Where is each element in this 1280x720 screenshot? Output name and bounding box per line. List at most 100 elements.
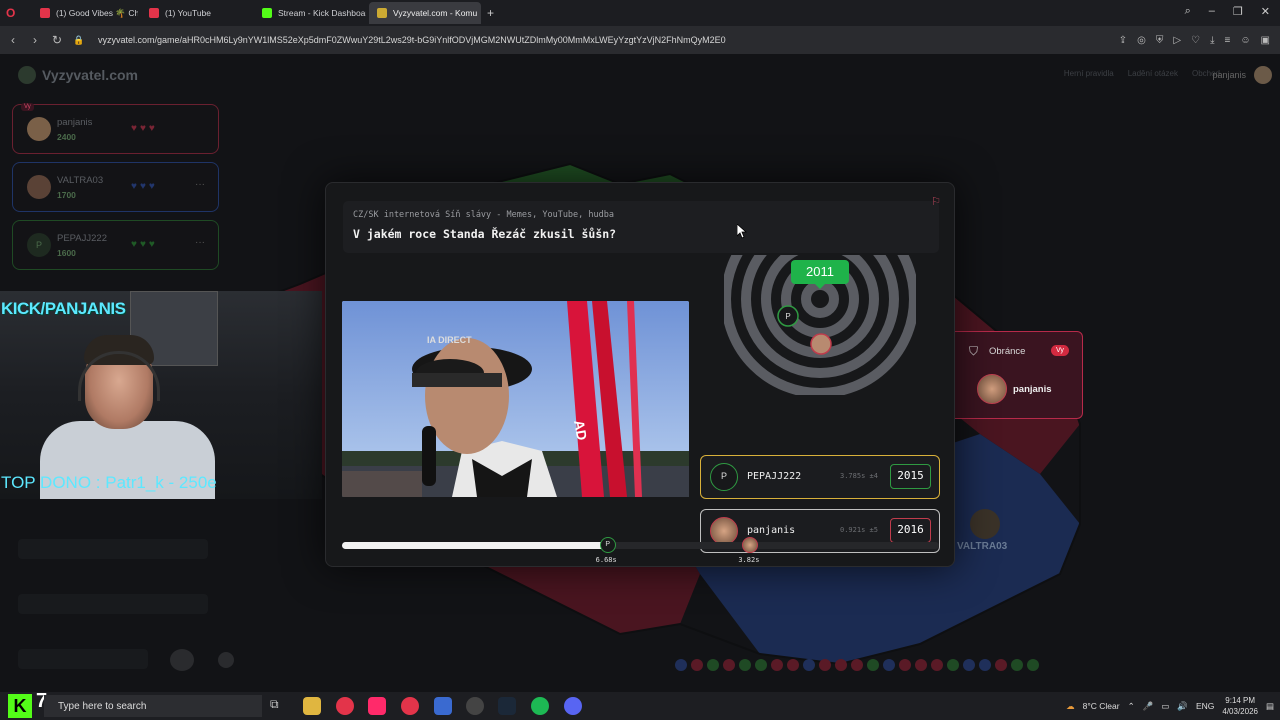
question-video[interactable]: IA DIRECT AD [342, 301, 689, 497]
vyzyvatel-icon [377, 8, 387, 18]
dimmed-row [18, 649, 148, 669]
game-page: Vyzyvatel.com Herní pravidla Ladění otáz… [0, 54, 1280, 692]
round-dot [771, 659, 783, 671]
player-score: 1600 [57, 248, 76, 258]
search-placeholder: Type here to search [58, 700, 147, 712]
answer-timeline: P 6.68s 3.82s [342, 537, 939, 564]
url-field[interactable]: vyzyvatel.com/game/aHR0cHM6Ly9nYW1lMS52e… [98, 35, 726, 45]
reload-icon[interactable]: ↻ [46, 33, 68, 47]
clock[interactable]: 9:14 PM 4/03/2026 [1222, 695, 1258, 717]
avatar [970, 509, 1000, 539]
opera-icon[interactable] [336, 697, 354, 715]
answer-card-pepajj222: P PEPAJJ222 3.785s ±4 2015 [700, 455, 940, 499]
app-icon[interactable] [434, 697, 452, 715]
player-card-valtra03[interactable]: VALTRA03 1700 ♥♥♥ ··· [12, 162, 219, 212]
windows-taskbar: K 7 Type here to search ⧉ ☁ 8°C Clear ⌃ … [0, 690, 1280, 720]
timeline-fill [342, 542, 608, 549]
dimmed-button [170, 649, 194, 671]
avatar [27, 117, 51, 141]
player-card-panjanis[interactable]: Vy panjanis 2400 ♥♥♥ [12, 103, 219, 154]
round-dot [835, 659, 847, 671]
nav-questions[interactable]: Ladění otázek [1128, 69, 1178, 78]
target-marker-initial: P [785, 312, 790, 321]
steam-icon[interactable] [498, 697, 516, 715]
weather-text[interactable]: 8°C Clear [1083, 701, 1120, 711]
timeline-time-label: 6.68s [595, 556, 617, 564]
taskbar-search[interactable]: Type here to search [44, 695, 262, 717]
weather-icon: ☁ [1066, 700, 1075, 711]
lives-hearts: ♥♥♥ [131, 181, 158, 192]
new-tab-button[interactable]: + [487, 6, 494, 20]
svg-text:IA DIRECT: IA DIRECT [427, 335, 472, 345]
notification-icon[interactable]: ▤ [1266, 701, 1274, 712]
microphone-icon[interactable]: 🎤 [1143, 701, 1154, 712]
answer-player-name: panjanis [747, 525, 796, 536]
report-flag-icon[interactable]: ⚐ [931, 195, 941, 208]
download-icon[interactable]: ⤓ [1210, 35, 1214, 46]
tab-kick-dashboard[interactable]: Stream - Kick Dashboard [254, 2, 366, 24]
back-icon[interactable]: ‹ [2, 33, 24, 47]
video-frame: IA DIRECT AD [342, 301, 689, 497]
player-name: VALTRA03 [57, 175, 104, 186]
opera-gx-icon[interactable] [401, 697, 419, 715]
player-score: 2400 [57, 132, 76, 142]
task-view-icon[interactable]: ⧉ [270, 697, 288, 715]
kick-icon [262, 8, 272, 18]
language-indicator[interactable]: ENG [1196, 701, 1214, 711]
play-icon[interactable]: ▷ [1173, 35, 1181, 46]
round-dot [979, 659, 991, 671]
more-icon[interactable]: ··· [195, 179, 205, 190]
forward-icon[interactable]: › [24, 33, 46, 47]
user-menu[interactable]: panjanis [1212, 66, 1272, 84]
spotify-icon[interactable] [531, 697, 549, 715]
minimize-icon[interactable]: – [1209, 5, 1215, 18]
tiktok-icon[interactable] [368, 697, 386, 715]
heart-icon[interactable]: ♡ [1191, 35, 1200, 46]
round-dot [755, 659, 767, 671]
chevron-up-icon[interactable]: ⌃ [1128, 701, 1135, 712]
file-explorer-icon[interactable] [303, 697, 321, 715]
tab-good-vibes[interactable]: (1) Good Vibes 🌴 Chill H [32, 2, 138, 24]
avatar: P [710, 463, 738, 491]
maximize-icon[interactable]: ❐ [1233, 5, 1243, 18]
menu-icon[interactable]: ≡ [1224, 35, 1230, 46]
avatar [710, 517, 738, 545]
round-dot [867, 659, 879, 671]
network-icon[interactable]: ▭ [1161, 701, 1169, 712]
shield-icon[interactable]: ⛨ [1156, 35, 1164, 46]
system-tray: ☁ 8°C Clear ⌃ 🎤 ▭ 🔊 ENG 9:14 PM 4/03/202… [1066, 692, 1274, 720]
camera-icon[interactable]: ◎ [1137, 35, 1146, 46]
discord-icon[interactable] [564, 697, 582, 715]
you-badge: Vy [21, 103, 34, 111]
obs-icon[interactable] [466, 697, 484, 715]
round-dot [931, 659, 943, 671]
player-name: PEPAJJ222 [57, 233, 107, 244]
defender-label: Obránce [989, 346, 1026, 357]
answer-time: 3.785s ±4 [840, 472, 878, 480]
avatar: P [27, 233, 51, 257]
search-tabs-icon[interactable]: ⌕ [1185, 5, 1191, 18]
profile-icon[interactable]: ☺ [1240, 35, 1250, 46]
tab-youtube[interactable]: (1) YouTube [141, 2, 251, 24]
defender-card: ⛉ Obránce Vy panjanis [955, 331, 1083, 419]
round-dot [819, 659, 831, 671]
site-logo[interactable]: Vyzyvatel.com [18, 66, 138, 84]
player-card-pepajj222[interactable]: P PEPAJJ222 1600 ♥♥♥ ··· [12, 220, 219, 270]
answer-player-name: PEPAJJ222 [747, 471, 802, 482]
close-icon[interactable]: ✕ [1261, 5, 1270, 18]
round-dot [851, 659, 863, 671]
avatar [977, 374, 1007, 404]
youtube-icon [149, 8, 159, 18]
sidebar-icon[interactable]: ▣ [1261, 35, 1270, 46]
toolbar-icons: ⇪ ◎ ⛨ ▷ ♡ ⤓ ≡ ☺ ▣ [1119, 26, 1270, 54]
volume-icon[interactable]: 🔊 [1177, 701, 1188, 712]
opera-logo-icon[interactable]: O [6, 6, 22, 20]
top-navigation: Herní pravidla Ladění otázek Obchod [1064, 69, 1220, 78]
nav-rules[interactable]: Herní pravidla [1064, 69, 1114, 78]
more-icon[interactable]: ··· [195, 237, 205, 248]
round-dot [947, 659, 959, 671]
tab-vyzyvatel[interactable]: Vyzyvatel.com - Komu [369, 2, 481, 24]
question-modal: CZ/SK internetová Síň slávy - Memes, You… [325, 182, 955, 567]
share-icon[interactable]: ⇪ [1119, 35, 1127, 46]
question-text: V jakém roce Standa Řezáč zkusil šůšn? [353, 227, 617, 241]
